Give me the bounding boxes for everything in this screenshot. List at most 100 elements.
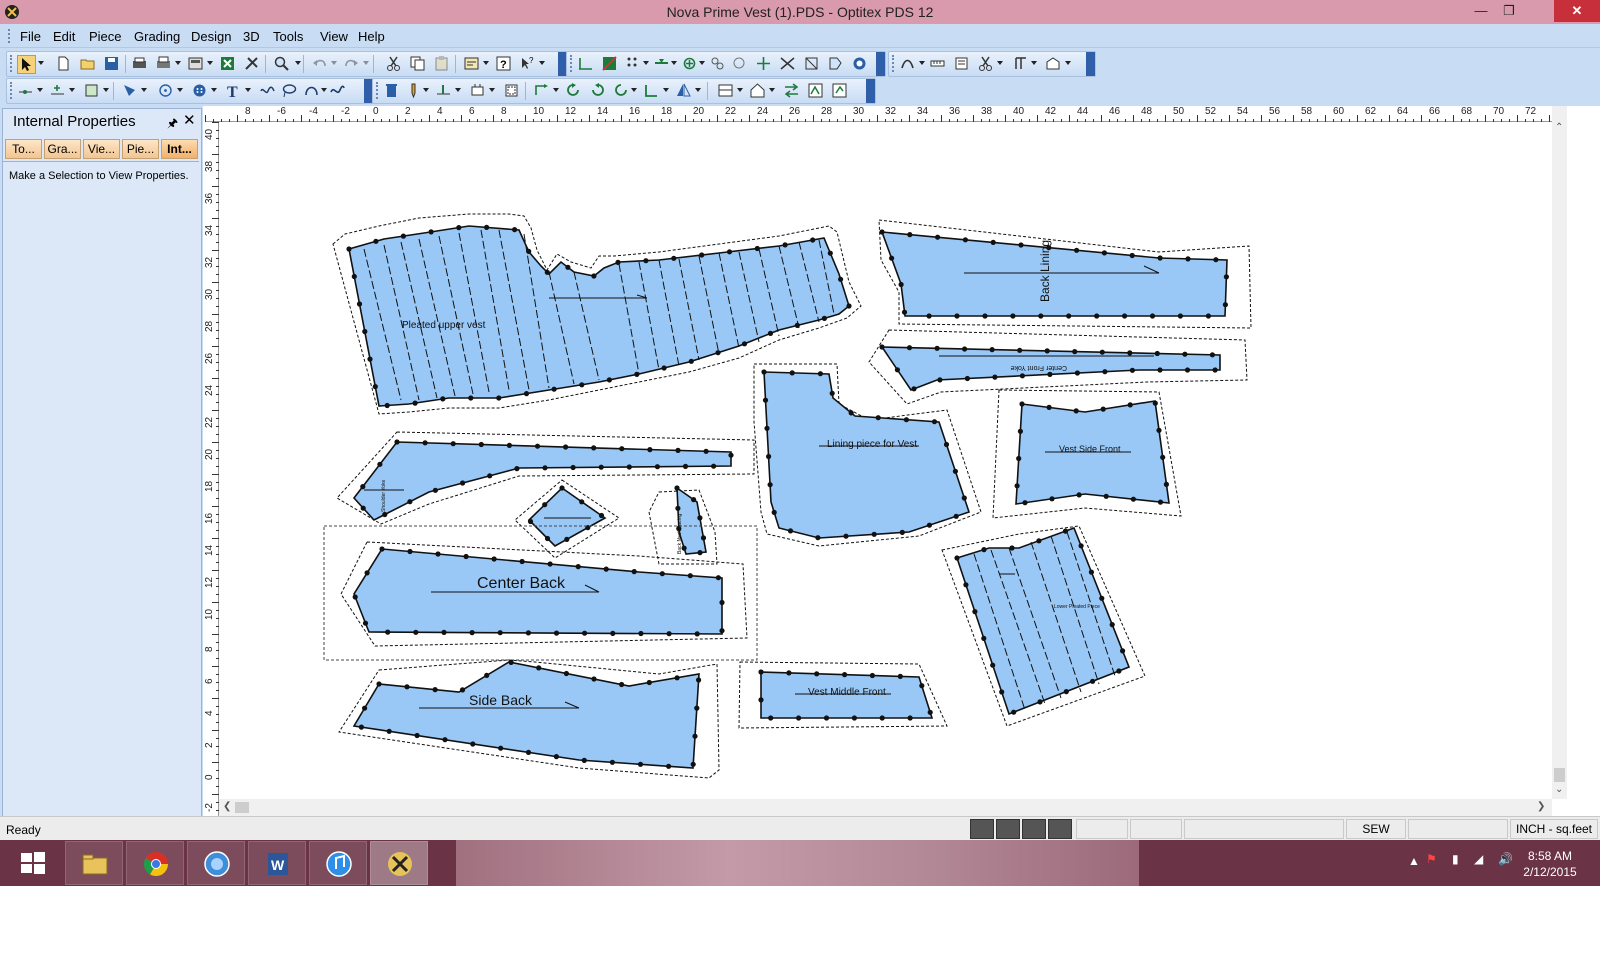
- create-point-icon[interactable]: [17, 82, 34, 99]
- piece-point[interactable]: [1019, 373, 1025, 379]
- piece-point[interactable]: [761, 369, 767, 375]
- piece-point[interactable]: [823, 715, 830, 721]
- piece-point[interactable]: [1046, 245, 1052, 251]
- piece-point[interactable]: [869, 672, 876, 679]
- piece-point[interactable]: [647, 447, 653, 453]
- piece-point[interactable]: [386, 728, 392, 734]
- piece-point[interactable]: [631, 569, 637, 575]
- piece-point[interactable]: [728, 452, 734, 458]
- piece-point[interactable]: [1010, 313, 1016, 319]
- piece-point[interactable]: [1163, 481, 1169, 487]
- piece-point[interactable]: [544, 535, 551, 542]
- vertical-scrollbar[interactable]: ⌃ ⌄: [1552, 106, 1567, 799]
- rotate-cw-icon[interactable]: [565, 82, 582, 99]
- piece-point[interactable]: [907, 232, 913, 238]
- piece-center-back[interactable]: Center Back: [340, 541, 748, 647]
- piece-point[interactable]: [789, 370, 795, 376]
- pin-icon[interactable]: 🖈: [167, 114, 178, 135]
- piece-point[interactable]: [879, 715, 885, 721]
- piece-point[interactable]: [889, 255, 895, 261]
- move-point-icon[interactable]: [755, 55, 772, 72]
- piece-point[interactable]: [598, 512, 605, 519]
- piece-point[interactable]: [990, 662, 996, 668]
- piece-point[interactable]: [674, 675, 680, 681]
- piece-point[interactable]: [1222, 302, 1228, 308]
- piece-point[interactable]: [525, 749, 532, 756]
- scroll-down-icon[interactable]: ⌄: [1555, 784, 1563, 795]
- piece-point[interactable]: [814, 671, 820, 677]
- piece-point[interactable]: [634, 371, 640, 377]
- piece-point[interactable]: [810, 237, 816, 243]
- piece-point[interactable]: [498, 745, 504, 751]
- piece-point[interactable]: [1038, 313, 1044, 319]
- piece-point[interactable]: [821, 315, 828, 321]
- piece-point[interactable]: [768, 715, 774, 721]
- piece-point[interactable]: [1127, 350, 1133, 356]
- piece-point[interactable]: [954, 555, 960, 561]
- mirror-piece-icon[interactable]: [675, 82, 692, 99]
- piece-point[interactable]: [703, 448, 709, 454]
- piece-point[interactable]: [981, 635, 987, 642]
- swap-pieces-icon[interactable]: [783, 82, 800, 99]
- piece-point[interactable]: [989, 347, 995, 353]
- menu-tools[interactable]: Tools: [273, 29, 303, 44]
- piece-point[interactable]: [643, 258, 649, 264]
- piece-point[interactable]: [1223, 274, 1229, 280]
- save-icon[interactable]: [103, 55, 120, 72]
- piece-point[interactable]: [422, 440, 428, 446]
- piece-point[interactable]: [952, 468, 959, 474]
- piece-point[interactable]: [512, 227, 518, 233]
- piece-center-front-yoke[interactable]: Center Front Yoke: [868, 329, 1248, 405]
- piece-pleated-lower[interactable]: Lower Pleated Piece: [941, 525, 1146, 727]
- piece-point[interactable]: [1101, 250, 1107, 256]
- piece-point[interactable]: [432, 487, 438, 493]
- piece-point[interactable]: [525, 630, 531, 636]
- piece-point[interactable]: [981, 547, 987, 553]
- piece-point[interactable]: [894, 367, 901, 373]
- piece-point[interactable]: [899, 529, 905, 535]
- print-icon[interactable]: [155, 55, 172, 72]
- piece-point[interactable]: [523, 391, 530, 397]
- piece-point[interactable]: [1016, 455, 1022, 462]
- piece-point[interactable]: [413, 629, 419, 635]
- open-folder-icon[interactable]: [79, 55, 96, 72]
- piece-point[interactable]: [591, 273, 597, 279]
- piece-point[interactable]: [690, 761, 696, 767]
- network-icon[interactable]: ◢: [1474, 852, 1483, 866]
- piece-point[interactable]: [400, 233, 406, 239]
- piece-point[interactable]: [468, 395, 474, 401]
- piece-point[interactable]: [1103, 493, 1109, 499]
- circle-center-icon[interactable]: [157, 82, 174, 99]
- piece-point[interactable]: [903, 417, 910, 423]
- piece-point[interactable]: [829, 390, 835, 396]
- add-notch-icon[interactable]: [435, 82, 452, 99]
- piece-point[interactable]: [615, 259, 621, 265]
- piece-point[interactable]: [619, 681, 625, 688]
- piece-point[interactable]: [559, 485, 565, 491]
- piece-point[interactable]: [351, 273, 357, 280]
- piece-point[interactable]: [1184, 367, 1191, 373]
- piece-point[interactable]: [377, 461, 383, 467]
- piece-point[interactable]: [901, 309, 908, 315]
- piece-point[interactable]: [1182, 351, 1188, 357]
- piece-point[interactable]: [1017, 347, 1023, 353]
- piece-point[interactable]: [610, 630, 616, 636]
- piece-point[interactable]: [527, 518, 534, 525]
- piece-point[interactable]: [358, 724, 364, 730]
- piece-point[interactable]: [1011, 709, 1017, 715]
- piece-point[interactable]: [563, 670, 569, 677]
- piece-point[interactable]: [871, 531, 877, 537]
- piece-point[interactable]: [637, 761, 644, 767]
- piece-point[interactable]: [442, 737, 448, 743]
- piece-point[interactable]: [1154, 350, 1160, 357]
- panel-close-icon[interactable]: ✕: [183, 111, 196, 129]
- piece-point[interactable]: [360, 484, 366, 490]
- measure-mode-icon[interactable]: [1048, 819, 1072, 839]
- line-tool-icon[interactable]: [577, 55, 594, 72]
- piece-point[interactable]: [619, 446, 625, 452]
- piece-point[interactable]: [846, 303, 852, 309]
- flip-icon[interactable]: [643, 82, 660, 99]
- piece-point[interactable]: [626, 464, 632, 470]
- pen-tool-icon[interactable]: [899, 55, 916, 72]
- piece-point[interactable]: [943, 441, 950, 448]
